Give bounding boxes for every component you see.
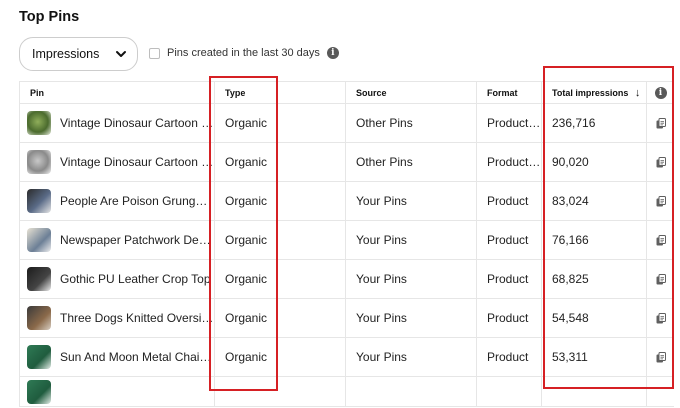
pin-cell[interactable]: Gothic PU Leather Crop Top xyxy=(19,259,215,299)
sort-arrow-down-icon: ↓ xyxy=(634,86,641,99)
table-row[interactable]: Vintage Dinosaur Cartoon Print Organic O… xyxy=(19,103,674,143)
pin-title: Vintage Dinosaur Cartoon Print xyxy=(60,155,214,169)
copy-cell xyxy=(646,376,674,407)
pin-cell[interactable]: Newspaper Patchwork Denim Jacket xyxy=(19,220,215,260)
format-cell: Product xyxy=(476,337,542,377)
table-row[interactable]: Newspaper Patchwork Denim Jacket Organic… xyxy=(19,220,674,260)
format-cell: Product xyxy=(476,220,542,260)
format-cell xyxy=(476,376,542,407)
pin-title: Sun And Moon Metal Chain Necklace xyxy=(60,350,214,364)
format-cell: Product xyxy=(476,259,542,299)
copy-icon[interactable] xyxy=(656,118,666,129)
pin-title: People Are Poison Grunge Hoodie xyxy=(60,194,214,208)
format-cell: Product xyxy=(476,298,542,338)
pin-cell[interactable]: Three Dogs Knitted Oversized Sweater xyxy=(19,298,215,338)
pin-cell[interactable]: Vintage Dinosaur Cartoon Print xyxy=(19,142,215,182)
pin-thumbnail xyxy=(27,111,51,135)
impressions-cell: 83,024 xyxy=(541,181,647,221)
type-cell: Organic xyxy=(214,259,346,299)
type-cell: Organic xyxy=(214,142,346,182)
type-cell: Organic xyxy=(214,220,346,260)
impressions-cell: 90,020 xyxy=(541,142,647,182)
source-cell: Other Pins xyxy=(345,142,477,182)
total-impressions-label: Total impressions xyxy=(552,87,629,98)
impressions-cell: 76,166 xyxy=(541,220,647,260)
impressions-cell: 53,311 xyxy=(541,337,647,377)
table-row[interactable] xyxy=(19,376,674,407)
copy-icon[interactable] xyxy=(656,352,666,363)
type-cell: Organic xyxy=(214,298,346,338)
column-header-pin[interactable]: Pin xyxy=(19,81,215,104)
table-row[interactable]: Three Dogs Knitted Oversized Sweater Org… xyxy=(19,298,674,338)
source-cell: Your Pins xyxy=(345,337,477,377)
table-row[interactable]: Vintage Dinosaur Cartoon Print Organic O… xyxy=(19,142,674,182)
info-icon[interactable]: i xyxy=(654,86,667,99)
pin-cell[interactable]: Vintage Dinosaur Cartoon Print xyxy=(19,103,215,143)
column-header-source[interactable]: Source xyxy=(345,81,477,104)
pin-thumbnail xyxy=(27,189,51,213)
copy-cell xyxy=(646,337,674,377)
column-header-type[interactable]: Type xyxy=(214,81,346,104)
pin-title: Three Dogs Knitted Oversized Sweater xyxy=(60,311,214,325)
copy-cell xyxy=(646,142,674,182)
pin-title: Newspaper Patchwork Denim Jacket xyxy=(60,233,214,247)
copy-icon[interactable] xyxy=(656,274,666,285)
type-cell xyxy=(214,376,346,407)
column-header-total-impressions[interactable]: Total impressions ↓ xyxy=(541,81,647,104)
copy-cell xyxy=(646,220,674,260)
pin-thumbnail xyxy=(27,267,51,291)
type-cell: Organic xyxy=(214,103,346,143)
recent-pins-filter: Pins created in the last 30 days i xyxy=(149,47,339,59)
copy-icon[interactable] xyxy=(656,157,666,168)
format-cell: Product xyxy=(476,181,542,221)
copy-cell xyxy=(646,259,674,299)
impressions-cell xyxy=(541,376,647,407)
format-cell: Product Pin xyxy=(476,103,542,143)
source-cell: Your Pins xyxy=(345,181,477,221)
column-info: i xyxy=(646,81,674,104)
pin-thumbnail xyxy=(27,228,51,252)
pin-thumbnail xyxy=(27,150,51,174)
column-header-format[interactable]: Format xyxy=(476,81,542,104)
impressions-cell: 68,825 xyxy=(541,259,647,299)
pin-thumbnail xyxy=(27,345,51,369)
copy-cell xyxy=(646,298,674,338)
type-cell: Organic xyxy=(214,181,346,221)
source-cell: Other Pins xyxy=(345,103,477,143)
copy-icon[interactable] xyxy=(656,196,666,207)
top-pins-table: Pin Type Source Format Total impressions… xyxy=(19,81,674,408)
pin-cell[interactable]: People Are Poison Grunge Hoodie xyxy=(19,181,215,221)
info-icon[interactable]: i xyxy=(326,47,339,59)
table-row[interactable]: People Are Poison Grunge Hoodie Organic … xyxy=(19,181,674,221)
recent-pins-label: Pins created in the last 30 days xyxy=(167,47,320,59)
source-cell xyxy=(345,376,477,407)
recent-pins-checkbox[interactable] xyxy=(149,47,160,59)
copy-icon[interactable] xyxy=(656,313,666,324)
impressions-cell: 54,548 xyxy=(541,298,647,338)
copy-cell xyxy=(646,103,674,143)
table-row[interactable]: Sun And Moon Metal Chain Necklace Organi… xyxy=(19,337,674,377)
pin-thumbnail xyxy=(27,306,51,330)
source-cell: Your Pins xyxy=(345,259,477,299)
copy-cell xyxy=(646,181,674,221)
table-row[interactable]: Gothic PU Leather Crop Top Organic Your … xyxy=(19,259,674,299)
source-cell: Your Pins xyxy=(345,298,477,338)
metric-dropdown[interactable]: Impressions xyxy=(19,37,138,71)
pin-title: Vintage Dinosaur Cartoon Print xyxy=(60,116,214,130)
source-cell: Your Pins xyxy=(345,220,477,260)
metric-dropdown-value: Impressions xyxy=(32,47,100,61)
copy-icon[interactable] xyxy=(656,235,666,246)
format-cell: Product Pin xyxy=(476,142,542,182)
pin-cell[interactable]: Sun And Moon Metal Chain Necklace xyxy=(19,337,215,377)
impressions-cell: 236,716 xyxy=(541,103,647,143)
page-title: Top Pins xyxy=(19,9,80,25)
type-cell: Organic xyxy=(214,337,346,377)
pin-title: Gothic PU Leather Crop Top xyxy=(60,272,211,286)
pin-thumbnail xyxy=(27,380,51,404)
table-header-row: Pin Type Source Format Total impressions… xyxy=(19,81,674,104)
chevron-down-icon xyxy=(116,51,126,57)
pin-cell[interactable] xyxy=(19,376,215,407)
